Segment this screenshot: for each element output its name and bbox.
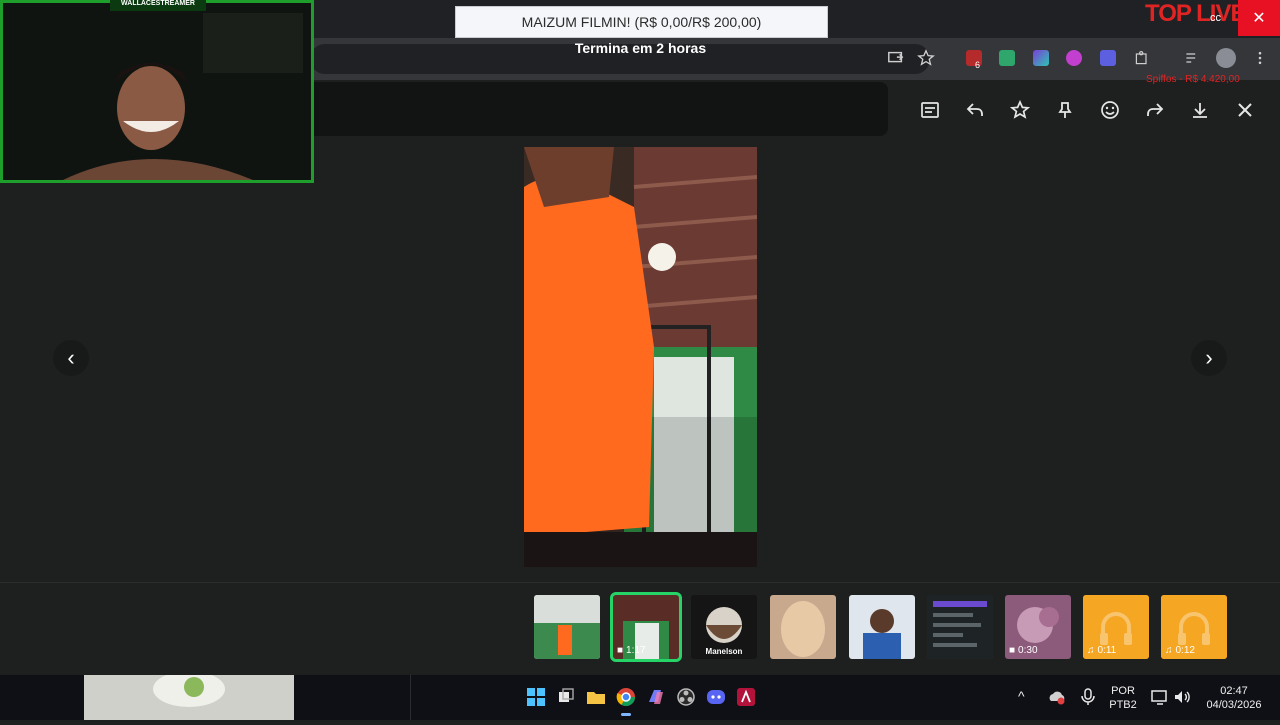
language-code: POR [1111,685,1135,697]
thumb-video-2[interactable]: ■ 0:30 [1005,595,1071,659]
thumb-duration-label: ■ 0:30 [1009,645,1038,656]
star-icon[interactable] [1005,95,1035,125]
taskbar-preview-overlay [84,671,294,720]
clock[interactable]: 02:47 04/03/2026 [1198,684,1270,712]
discord-icon[interactable] [706,687,726,707]
keyboard-language[interactable]: POR PTB2 [1104,684,1142,712]
headphones-icon: ♫ [1087,645,1095,656]
clock-date: 04/03/2026 [1206,699,1262,711]
extension-badge: 6 [975,60,981,70]
reply-icon[interactable] [960,95,990,125]
media-video[interactable] [524,147,757,567]
close-icon[interactable] [1230,95,1260,125]
copilot-icon[interactable] [646,687,666,707]
tray-chevron-icon[interactable]: ^ [1018,688,1025,704]
obs-icon[interactable] [676,687,696,707]
streamer-name-tag: WALLACESTREAMER [110,0,206,11]
pin-icon[interactable] [1050,95,1080,125]
donation-goal-box: MAIZUM FILMIN! (R$ 0,00/R$ 200,00) [455,6,828,38]
tab-counter: cc [1210,12,1221,24]
thumb-photo-1[interactable] [534,595,600,659]
forward-icon[interactable] [1140,95,1170,125]
taskbar-separator [410,675,411,720]
top-live-entry: Spiffos - R$ 4.420,00 [1146,74,1240,85]
profile-avatar[interactable] [1216,48,1236,68]
network-icon[interactable] [1150,687,1170,707]
extension-green-icon[interactable] [999,50,1015,66]
webcam-overlay [0,0,314,183]
download-icon[interactable] [1185,95,1215,125]
goal-timer-text: Termina em 2 horas [574,40,707,56]
thumb-photo-3[interactable] [849,595,915,659]
extension-gradient-icon[interactable] [1033,50,1049,66]
adobe-app-icon[interactable] [736,687,756,707]
keyboard-layout: PTB2 [1109,699,1137,711]
extension-shield-icon[interactable] [1066,50,1082,66]
video-camera-icon: ■ [1009,645,1016,656]
onedrive-icon[interactable] [1047,687,1067,707]
audio-duration-label: ♫ 0:11 [1087,645,1117,656]
task-view-icon[interactable] [556,687,576,707]
webcam-feed [3,3,311,180]
thumbnail-divider [0,582,1280,583]
windows-start-icon[interactable] [526,687,546,707]
close-x-icon: ✕ [1252,10,1266,27]
extension-blue-icon[interactable] [1100,50,1116,66]
window-close-button[interactable]: ✕ [1238,0,1280,36]
thumb-duration-label: ■ 1:17 [617,645,646,656]
viewer-header [310,82,888,136]
active-app-indicator [621,713,631,716]
thumb-audio-2[interactable]: ♫ 0:12 [1161,595,1227,659]
menu-kebab-icon[interactable] [1250,48,1270,68]
chevron-right-icon: › [1205,345,1213,370]
clock-time: 02:47 [1220,685,1248,697]
chrome-taskbar-icon[interactable] [616,687,636,707]
thumb-screenshot[interactable] [927,595,993,659]
thumb-photo-2[interactable] [770,595,836,659]
message-icon[interactable] [915,95,945,125]
thumb-video-1[interactable]: ■ 1:17 [610,592,682,662]
microphone-icon[interactable] [1078,687,1098,707]
audio-duration-label: ♫ 0:12 [1165,645,1195,656]
volume-icon[interactable] [1172,687,1192,707]
sticker-caption: Manelson [705,647,743,656]
headphones-icon: ♫ [1165,645,1173,656]
bookmark-star-icon[interactable] [916,48,936,68]
media-control-icon[interactable] [1182,48,1202,68]
emoji-icon[interactable] [1095,95,1125,125]
file-explorer-icon[interactable] [586,687,606,707]
chevron-left-icon: ‹ [67,345,75,370]
prev-media-button[interactable]: ‹ [53,340,89,376]
next-media-button[interactable]: › [1191,340,1227,376]
thumb-audio-1[interactable]: ♫ 0:11 [1083,595,1149,659]
video-frame-image [524,147,757,567]
puzzle-icon[interactable] [1132,48,1152,68]
install-app-icon[interactable] [886,48,906,68]
donation-goal-text: MAIZUM FILMIN! (R$ 0,00/R$ 200,00) [521,14,762,30]
thumb-sticker-manelson[interactable]: Manelson [691,595,757,659]
video-camera-icon: ■ [617,645,624,656]
